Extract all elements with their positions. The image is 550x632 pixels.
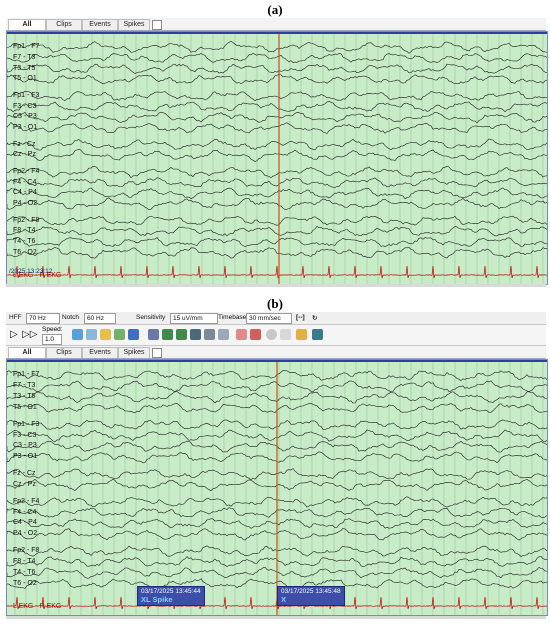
channel-label[interactable]: F4 - C4 xyxy=(13,509,36,517)
channel-label[interactable]: F8 - T4 xyxy=(13,558,35,566)
channel-label[interactable]: C4 - P4 xyxy=(13,519,37,527)
channel-label[interactable]: Fp1 - F7 xyxy=(13,43,39,51)
eeg-traces-a xyxy=(7,32,547,284)
panel-b-scrollbar[interactable] xyxy=(6,616,546,619)
panel-b-label: (b) xyxy=(267,296,283,311)
event-marker[interactable]: 03/17/2025 13:45:44 XL Spike xyxy=(137,586,205,606)
tab-clips[interactable]: Clips xyxy=(46,347,82,358)
event-title: XL Spike xyxy=(141,595,173,604)
channel-label[interactable]: T3 - T5 xyxy=(13,393,35,401)
channel-label[interactable]: P3 - O1 xyxy=(13,453,37,461)
tab-add-icon[interactable] xyxy=(152,20,162,30)
camera-icon[interactable] xyxy=(148,329,159,340)
montage-bracket-icon[interactable]: [--] xyxy=(296,314,305,321)
timebase-label: Timebase xyxy=(218,314,247,321)
speed-input[interactable]: 1.0 xyxy=(42,334,62,345)
tab-all[interactable]: All xyxy=(8,347,46,358)
channel-label[interactable]: Fz - Cz xyxy=(13,141,36,149)
eeg-waveform-display-a[interactable]: Fp1 - F7 F7 - T3 T3 - T5 T5 - O1 Fp1 - F3 F3 … xyxy=(6,31,548,285)
hff-select[interactable]: 70 Hz xyxy=(26,313,60,324)
event-time: 03/17/2025 13:45:48 xyxy=(281,588,341,595)
channel-label[interactable]: T4 - T6 xyxy=(13,569,35,577)
channel-label[interactable]: F7 - T3 xyxy=(13,54,35,62)
sensitivity-label: Sensitivity xyxy=(136,314,166,321)
channel-label[interactable]: F3 - C3 xyxy=(13,103,36,111)
eeg-waveform-display-b[interactable]: Fp1 - F7 F7 - T3 T3 - T5 T5 - O1 Fp1 - F3 F3 … xyxy=(6,359,548,616)
grid-icon[interactable] xyxy=(128,329,139,340)
layout-2-icon[interactable] xyxy=(176,329,187,340)
layout-1-icon[interactable] xyxy=(162,329,173,340)
channel-label[interactable]: P4 - O2 xyxy=(13,530,37,538)
measure-icon[interactable] xyxy=(250,329,261,340)
tab-add-icon[interactable] xyxy=(152,348,162,358)
timebase-select[interactable]: 30 mm/sec xyxy=(246,313,292,324)
channel-label[interactable]: Fp2 - F4 xyxy=(13,498,39,506)
marker-icon[interactable] xyxy=(72,329,83,340)
channel-label[interactable]: Fp2 - F8 xyxy=(13,547,39,555)
tab-events[interactable]: Events xyxy=(82,19,118,30)
hff-label: HFF xyxy=(9,314,22,321)
timestamp-label: /2025 13:23:12 xyxy=(9,268,53,275)
clock-icon[interactable] xyxy=(266,329,277,340)
event-marker[interactable]: 03/17/2025 13:45:48 X xyxy=(277,586,345,606)
tab-spikes[interactable]: Spikes xyxy=(118,19,150,30)
play-icon[interactable]: ▷ xyxy=(10,329,18,340)
channel-label[interactable]: F7 - T3 xyxy=(13,382,35,390)
panel-a-tabbar: All Clips Events Spikes xyxy=(6,18,546,31)
channel-label[interactable]: Fz - Cz xyxy=(13,470,36,478)
channel-label[interactable]: Cz - Pz xyxy=(13,481,36,489)
tab-spikes[interactable]: Spikes xyxy=(118,347,150,358)
channel-label[interactable]: Fp2 - F8 xyxy=(13,217,39,225)
channel-label[interactable]: C4 - P4 xyxy=(13,189,37,197)
channel-label[interactable]: Cz - Pz xyxy=(13,151,36,159)
montage-icon[interactable] xyxy=(100,329,111,340)
zoom-in-icon[interactable] xyxy=(204,329,215,340)
channel-label[interactable]: P3 - O1 xyxy=(13,124,37,132)
refresh-icon[interactable]: ↻ xyxy=(312,314,317,322)
zoom-out-icon[interactable] xyxy=(218,329,229,340)
eeg-traces-b xyxy=(7,360,547,615)
tab-clips[interactable]: Clips xyxy=(46,19,82,30)
notch-select[interactable]: 60 Hz xyxy=(84,313,116,324)
ekg-channel-label[interactable]: L EKG - R EKG xyxy=(13,603,61,610)
notch-label: Notch xyxy=(62,314,79,321)
fast-forward-icon[interactable]: ▷▷ xyxy=(22,329,37,340)
sensitivity-select[interactable]: 15 uV/mm xyxy=(170,313,218,324)
speed-label: Speed: xyxy=(42,326,63,333)
channel-label[interactable]: F8 - T4 xyxy=(13,227,35,235)
channel-label[interactable]: Fp1 - F7 xyxy=(13,371,39,379)
export-icon[interactable] xyxy=(296,329,307,340)
notes-icon[interactable] xyxy=(280,329,291,340)
channel-label[interactable]: Fp1 - F3 xyxy=(13,421,39,429)
channel-label[interactable]: Fp1 - F3 xyxy=(13,92,39,100)
channel-label[interactable]: T6 - O2 xyxy=(13,249,37,257)
tab-all[interactable]: All xyxy=(8,19,46,30)
channel-label[interactable]: C3 - P3 xyxy=(13,113,37,121)
filter-toolbar: HFF 70 Hz Notch 60 Hz Sensitivity 15 uV/… xyxy=(6,312,546,325)
filter-icon[interactable] xyxy=(86,329,97,340)
channel-label[interactable]: Fp2 - F4 xyxy=(13,168,39,176)
channel-label[interactable]: T5 - O1 xyxy=(13,75,37,83)
channel-label[interactable]: T4 - T6 xyxy=(13,238,35,246)
spike-detect-icon[interactable] xyxy=(236,329,247,340)
channel-label[interactable]: T5 - O1 xyxy=(13,404,37,412)
panel-a-label: (a) xyxy=(267,2,283,17)
channel-label[interactable]: T6 - O2 xyxy=(13,580,37,588)
playback-toolbar: ▷ ▷▷ Speed: 1.0 xyxy=(6,325,546,346)
wave-icon[interactable] xyxy=(114,329,125,340)
channel-label[interactable]: C3 - P3 xyxy=(13,442,37,450)
tab-events[interactable]: Events xyxy=(82,347,118,358)
layout-3-icon[interactable] xyxy=(190,329,201,340)
event-title: X xyxy=(281,595,287,604)
channel-label[interactable]: P4 - O2 xyxy=(13,200,37,208)
panel-b-tabbar: All Clips Events Spikes xyxy=(6,346,546,359)
channel-label[interactable]: F4 - C4 xyxy=(13,179,36,187)
settings-icon[interactable] xyxy=(312,329,323,340)
channel-label[interactable]: T3 - T5 xyxy=(13,65,35,73)
event-time: 03/17/2025 13:45:44 xyxy=(141,588,201,595)
channel-label[interactable]: F3 - C3 xyxy=(13,432,36,440)
panel-a-scrollbar[interactable] xyxy=(6,284,546,287)
